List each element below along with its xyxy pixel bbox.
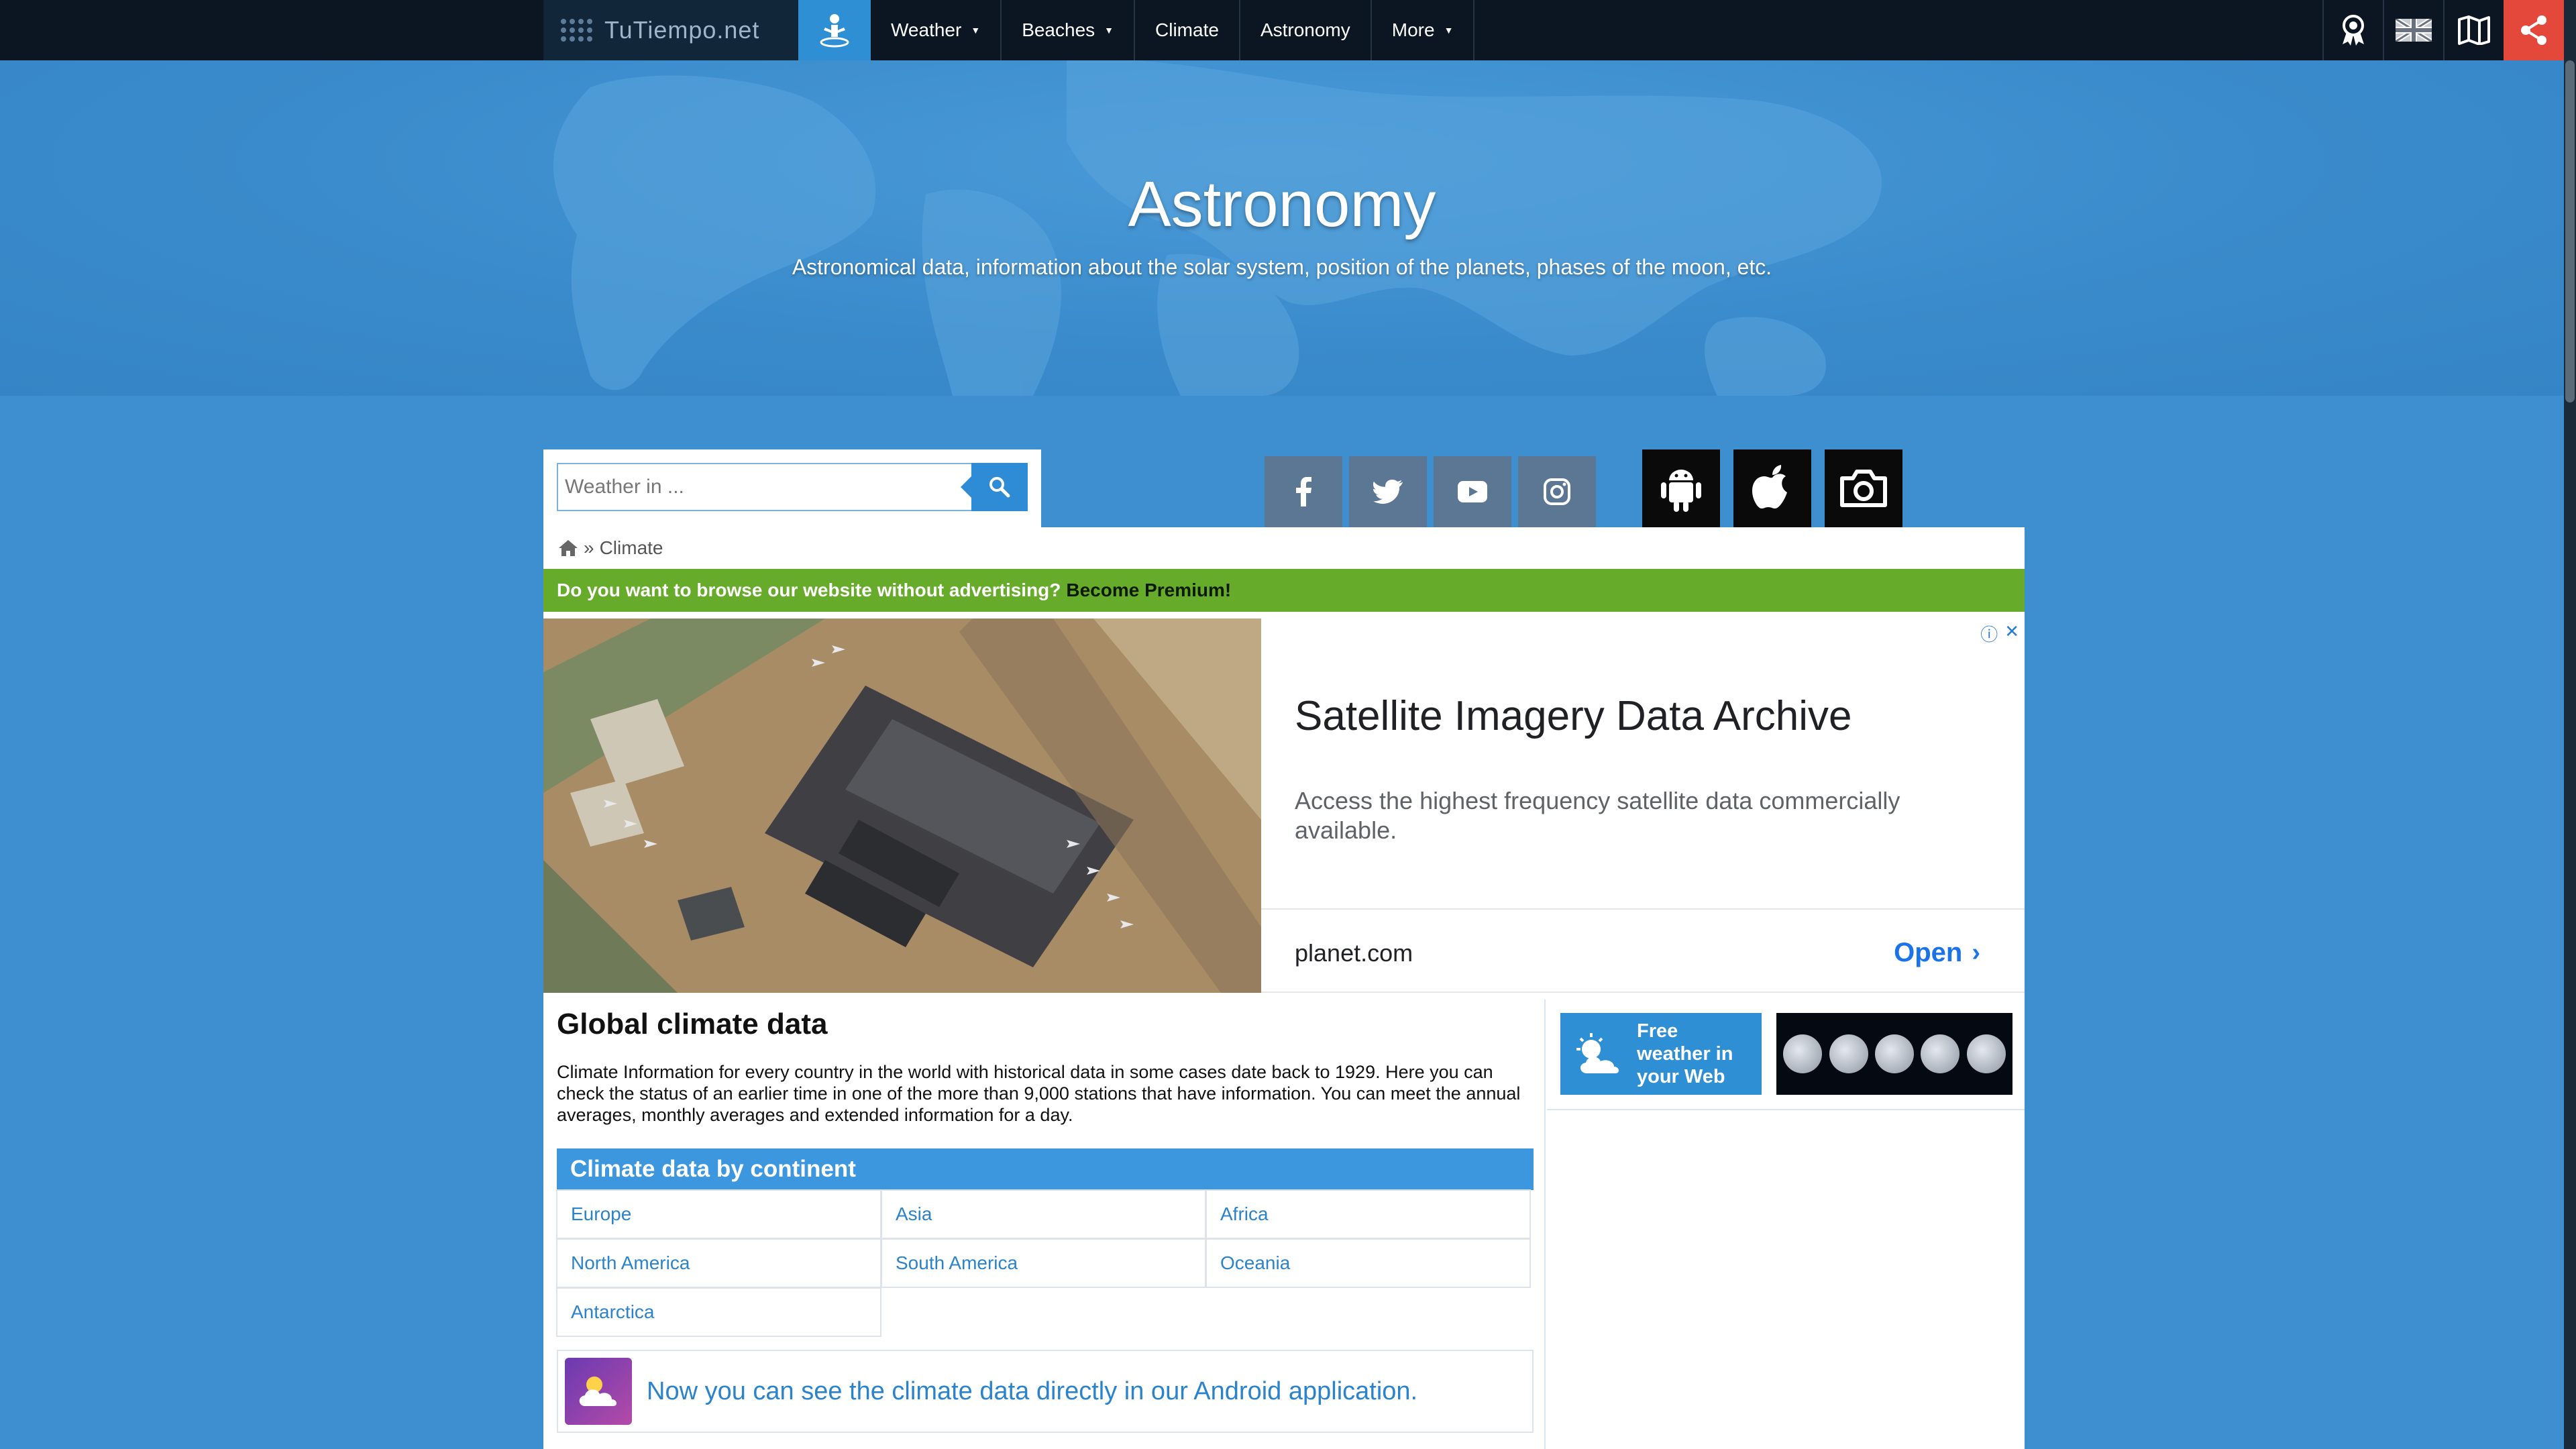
become-premium-link[interactable]: Become Premium! [1066, 580, 1231, 601]
continent-link-south-america[interactable]: South America [881, 1238, 1206, 1288]
free-weather-widget-button[interactable]: Free weather in your Web [1560, 1013, 1762, 1095]
android-app-text: Now you can see the climate data directl… [647, 1377, 1418, 1405]
caret-down-icon: ▼ [1104, 25, 1114, 36]
toolbar-strip [543, 396, 2025, 527]
ad-satellite-image[interactable] [543, 619, 1261, 993]
page-scrollbar[interactable] [2564, 0, 2576, 1449]
nav-weather-label: Weather [891, 19, 962, 40]
close-icon[interactable]: ✕ [2004, 621, 2019, 646]
page-title: Astronomy [1128, 168, 1436, 240]
sidebar-divider [1547, 1109, 2025, 1110]
advertisement[interactable]: Satellite Imagery Data Archive Access th… [543, 619, 2025, 993]
map-book-icon[interactable] [2443, 0, 2504, 60]
table-row: Antarctica [556, 1287, 1534, 1337]
share-icon[interactable] [2504, 0, 2564, 60]
continent-link-asia[interactable]: Asia [881, 1189, 1206, 1239]
twitter-icon[interactable] [1349, 456, 1427, 527]
free-weather-line-2: weather in [1637, 1043, 1733, 1065]
uk-flag-icon[interactable] [2383, 0, 2443, 60]
chevron-right-icon: › [1972, 938, 1980, 967]
content-wrapper: » Climate Do you want to browse our webs… [543, 396, 2025, 1449]
moon-icon [1783, 1034, 1823, 1073]
logo-dots-icon [561, 19, 592, 42]
site-name: TuTiempo.net [604, 16, 760, 44]
breadcrumb-separator: » [584, 537, 594, 558]
nav-astronomy[interactable]: Astronomy [1240, 0, 1372, 60]
ad-open-button[interactable]: Open › [1894, 938, 1980, 968]
continents-heading: Climate data by continent [557, 1148, 1534, 1190]
premium-text: Do you want to browse our website withou… [557, 580, 1061, 600]
table-row: North America South America Oceania [556, 1238, 1534, 1288]
apple-icon[interactable] [1733, 449, 1811, 527]
continent-link-africa[interactable]: Africa [1205, 1189, 1531, 1239]
continent-link-europe[interactable]: Europe [556, 1189, 881, 1239]
breadcrumb: » Climate [543, 527, 2025, 569]
sidebar-promo-row: Free weather in your Web [1560, 1013, 2012, 1095]
award-icon[interactable] [2322, 0, 2383, 60]
ad-open-label: Open [1894, 938, 1963, 967]
moon-icon [1874, 1034, 1914, 1073]
search-button[interactable] [961, 463, 1028, 511]
free-weather-text: Free weather in your Web [1637, 1020, 1733, 1088]
hero-banner: Astronomy Astronomical data, information… [0, 60, 2564, 396]
caret-down-icon: ▼ [971, 25, 981, 36]
top-navigation-bar: TuTiempo.net Weather ▼ Beaches ▼ Climate… [0, 0, 2576, 60]
nav-weather[interactable]: Weather ▼ [871, 0, 1002, 60]
camera-icon[interactable] [1825, 449, 1902, 527]
main-menu: Weather ▼ Beaches ▼ Climate Astronomy Mo… [871, 0, 1475, 60]
caret-down-icon: ▼ [1444, 25, 1454, 36]
free-weather-line-3: your Web [1637, 1066, 1725, 1087]
section-title: Global climate data [557, 1008, 828, 1040]
search-icon [989, 477, 1010, 498]
nav-climate[interactable]: Climate [1135, 0, 1240, 60]
site-logo[interactable]: TuTiempo.net [543, 0, 798, 60]
nav-beaches[interactable]: Beaches ▼ [1002, 0, 1136, 60]
table-row: Europe Asia Africa [556, 1189, 1534, 1239]
continent-link-oceania[interactable]: Oceania [1205, 1238, 1531, 1288]
app-links [1642, 449, 1902, 527]
free-weather-line-1: Free [1637, 1020, 1678, 1042]
instagram-icon[interactable] [1518, 456, 1596, 527]
breadcrumb-current: Climate [599, 537, 663, 558]
android-app-banner[interactable]: Now you can see the climate data directl… [557, 1350, 1534, 1433]
search-box [543, 449, 1041, 527]
scrollbar-thumb[interactable] [2565, 60, 2575, 402]
sidebar: Free weather in your Web [1547, 1000, 2025, 1449]
android-icon[interactable] [1642, 449, 1720, 527]
search-input[interactable] [557, 463, 973, 511]
page-subtitle: Astronomical data, information about the… [792, 255, 1772, 279]
main-content: Global climate data Climate Information … [543, 1000, 1546, 1449]
ad-domain: planet.com [1295, 939, 1413, 967]
facebook-icon[interactable] [1265, 456, 1342, 527]
nav-climate-label: Climate [1155, 19, 1219, 40]
continent-link-north-america[interactable]: North America [556, 1238, 881, 1288]
continents-table: Europe Asia Africa North America South A… [556, 1189, 1534, 1337]
moon-icon [1829, 1034, 1868, 1073]
moon-icon [1921, 1034, 1960, 1073]
ad-description: Access the highest frequency satellite d… [1295, 787, 1900, 844]
nav-astronomy-label: Astronomy [1260, 19, 1350, 40]
ad-divider [1261, 908, 2025, 910]
section-intro: Climate Information for every country in… [557, 1062, 1521, 1125]
social-links [1265, 456, 1596, 527]
ad-info-icon[interactable]: ⓘ [1980, 621, 1998, 646]
moon-icon [1966, 1034, 2006, 1073]
nav-more[interactable]: More ▼ [1372, 0, 1475, 60]
nav-more-label: More [1391, 19, 1435, 40]
premium-banner: Do you want to browse our website withou… [543, 569, 2025, 612]
nav-beaches-label: Beaches [1022, 19, 1095, 40]
astronomy-tab-icon[interactable] [798, 0, 871, 60]
moon-phases-button[interactable] [1776, 1013, 2012, 1095]
weather-app-icon [565, 1358, 632, 1425]
continent-link-antarctica[interactable]: Antarctica [556, 1287, 881, 1337]
ad-controls: ⓘ ✕ [1980, 621, 2019, 646]
sun-cloud-icon [1576, 1033, 1619, 1073]
youtube-icon[interactable] [1434, 456, 1511, 527]
home-icon[interactable] [558, 539, 578, 557]
ad-title[interactable]: Satellite Imagery Data Archive [1295, 692, 1852, 740]
nav-right-icons [2322, 0, 2564, 60]
